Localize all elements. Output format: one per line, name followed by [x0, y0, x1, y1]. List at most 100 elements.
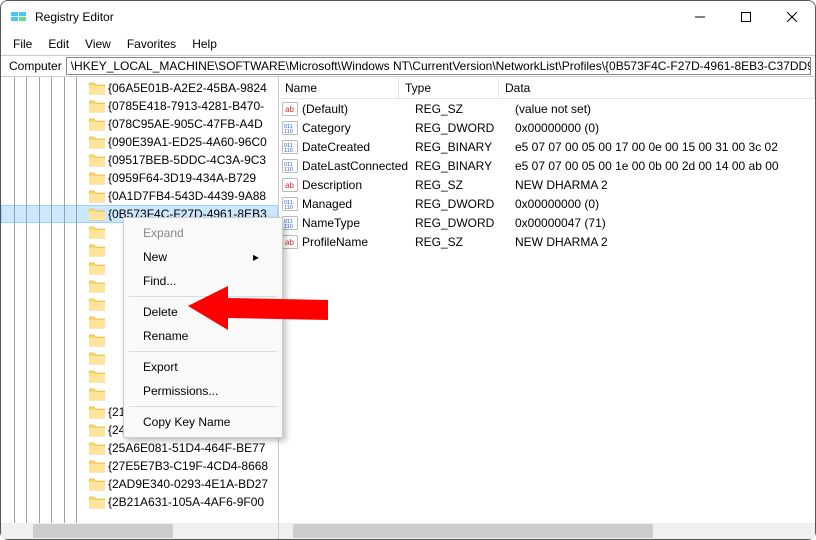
- value-type: REG_SZ: [415, 178, 515, 192]
- folder-icon: [89, 117, 105, 131]
- value-row[interactable]: 011110 NameTypeREG_DWORD0x00000047 (71): [279, 213, 815, 232]
- menubar: File Edit View Favorites Help: [1, 33, 815, 55]
- value-row[interactable]: ab DescriptionREG_SZNEW DHARMA 2: [279, 175, 815, 194]
- column-data[interactable]: Data: [499, 78, 815, 98]
- value-type: REG_DWORD: [415, 121, 515, 135]
- tree-item[interactable]: {078C95AE-905C-47FB-A4D: [1, 115, 278, 133]
- folder-icon: [89, 369, 105, 383]
- ctx-delete[interactable]: Delete: [127, 300, 279, 324]
- tree-item[interactable]: {2AD9E340-0293-4E1A-BD27: [1, 475, 278, 493]
- folder-icon: [89, 351, 105, 365]
- context-menu: Expand New▸ Find... Delete Rename Export…: [123, 217, 283, 438]
- ctx-find[interactable]: Find...: [127, 269, 279, 293]
- close-button[interactable]: [769, 1, 815, 33]
- tree-item-label: {0959F64-3D19-434A-B729: [108, 171, 256, 185]
- tree-item-label: {27E5E7B3-C19F-4CD4-8668: [108, 459, 268, 473]
- tree-item-label: {25A6E081-51D4-464F-BE77: [108, 441, 265, 455]
- window-title: Registry Editor: [35, 10, 114, 24]
- value-data: 0x00000047 (71): [515, 216, 815, 230]
- folder-icon: [89, 495, 105, 509]
- ctx-rename[interactable]: Rename: [127, 324, 279, 348]
- binary-value-icon: 011110: [282, 196, 298, 212]
- value-row[interactable]: 011110CategoryREG_DWORD0x00000000 (0): [279, 118, 815, 137]
- menu-view[interactable]: View: [79, 35, 117, 53]
- menu-help[interactable]: Help: [186, 35, 223, 53]
- string-value-icon: ab: [282, 177, 298, 193]
- tree-item[interactable]: {09517BEB-5DDC-4C3A-9C3: [1, 151, 278, 169]
- ctx-new[interactable]: New▸: [127, 245, 279, 269]
- binary-value-icon: 011110: [282, 215, 298, 231]
- values-header: Name Type Data: [279, 77, 815, 99]
- string-value-icon: ab: [282, 101, 298, 117]
- value-data: e5 07 07 00 05 00 17 00 0e 00 15 00 31 0…: [515, 140, 815, 154]
- folder-icon: [89, 171, 105, 185]
- value-row[interactable]: ab(Default)REG_SZ(value not set): [279, 99, 815, 118]
- column-type[interactable]: Type: [399, 78, 499, 98]
- tree-scrollbar[interactable]: [1, 523, 279, 539]
- minimize-button[interactable]: [677, 1, 723, 33]
- value-type: REG_BINARY: [415, 140, 515, 154]
- separator: [129, 406, 277, 407]
- folder-icon: [89, 387, 105, 401]
- tree-item-label: {2B21A631-105A-4AF6-9F00: [108, 495, 264, 509]
- folder-icon: [89, 297, 105, 311]
- value-name: NameType: [302, 216, 415, 230]
- tree-item[interactable]: {0A1D7FB4-543D-4439-9A88: [1, 187, 278, 205]
- value-data: 0x00000000 (0): [515, 197, 815, 211]
- folder-icon: [89, 333, 105, 347]
- folder-icon: [89, 207, 105, 221]
- value-name: ProfileName: [302, 235, 415, 249]
- ctx-export[interactable]: Export: [127, 355, 279, 379]
- tree-item[interactable]: {0959F64-3D19-434A-B729: [1, 169, 278, 187]
- folder-icon: [89, 81, 105, 95]
- value-row[interactable]: 011110ManagedREG_DWORD0x00000000 (0): [279, 194, 815, 213]
- titlebar: Registry Editor: [1, 1, 815, 33]
- values-scrollbar[interactable]: [279, 523, 815, 539]
- folder-icon: [89, 423, 105, 437]
- tree-item-label: {09517BEB-5DDC-4C3A-9C3: [108, 153, 266, 167]
- svg-text:110: 110: [284, 148, 293, 154]
- folder-icon: [89, 99, 105, 113]
- separator: [129, 351, 277, 352]
- tree-item[interactable]: {2B21A631-105A-4AF6-9F00: [1, 493, 278, 511]
- binary-value-icon: 011110: [282, 158, 298, 174]
- tree-item[interactable]: {090E39A1-ED25-4A60-96C0: [1, 133, 278, 151]
- ctx-permissions[interactable]: Permissions...: [127, 379, 279, 403]
- menu-edit[interactable]: Edit: [42, 35, 75, 53]
- menu-favorites[interactable]: Favorites: [121, 35, 182, 53]
- tree-item-label: {06A5E01B-A2E2-45BA-9824: [108, 81, 267, 95]
- value-row[interactable]: 011110 DateCreatedREG_BINARYe5 07 07 00 0…: [279, 137, 815, 156]
- tree-item-label: {2AD9E340-0293-4E1A-BD27: [108, 477, 268, 491]
- folder-icon: [89, 243, 105, 257]
- ctx-copy-key-name[interactable]: Copy Key Name: [127, 410, 279, 434]
- value-row[interactable]: 011110DateLastConnectedREG_BINARYe5 07 0…: [279, 156, 815, 175]
- menu-file[interactable]: File: [7, 35, 38, 53]
- tree-item[interactable]: {0785E418-7913-4281-B470-: [1, 97, 278, 115]
- value-name: Category: [302, 121, 415, 135]
- binary-value-icon: 011110: [282, 120, 298, 136]
- folder-icon: [89, 189, 105, 203]
- value-type: REG_DWORD: [415, 216, 515, 230]
- folder-icon: [89, 405, 105, 419]
- value-type: REG_SZ: [415, 235, 515, 249]
- value-name: Description: [302, 178, 415, 192]
- tree-item[interactable]: {25A6E081-51D4-464F-BE77: [1, 439, 278, 457]
- value-data: (value not set): [515, 102, 815, 116]
- value-data: NEW DHARMA 2: [515, 235, 815, 249]
- binary-value-icon: 011110: [282, 139, 298, 155]
- value-data: NEW DHARMA 2: [515, 178, 815, 192]
- folder-icon: [89, 441, 105, 455]
- tree-item-label: {0A1D7FB4-543D-4439-9A88: [108, 189, 266, 203]
- registry-editor-icon: [11, 9, 27, 25]
- folder-icon: [89, 261, 105, 275]
- column-name[interactable]: Name: [279, 78, 399, 98]
- value-name: DateCreated: [302, 140, 415, 154]
- value-name: DateLastConnected: [302, 159, 415, 173]
- value-type: REG_SZ: [415, 102, 515, 116]
- value-row[interactable]: abProfileNameREG_SZNEW DHARMA 2: [279, 232, 815, 251]
- tree-item[interactable]: {27E5E7B3-C19F-4CD4-8668: [1, 457, 278, 475]
- tree-item[interactable]: {06A5E01B-A2E2-45BA-9824: [1, 79, 278, 97]
- svg-text:110: 110: [284, 224, 293, 230]
- address-path[interactable]: \HKEY_LOCAL_MACHINE\SOFTWARE\Microsoft\W…: [66, 57, 811, 75]
- maximize-button[interactable]: [723, 1, 769, 33]
